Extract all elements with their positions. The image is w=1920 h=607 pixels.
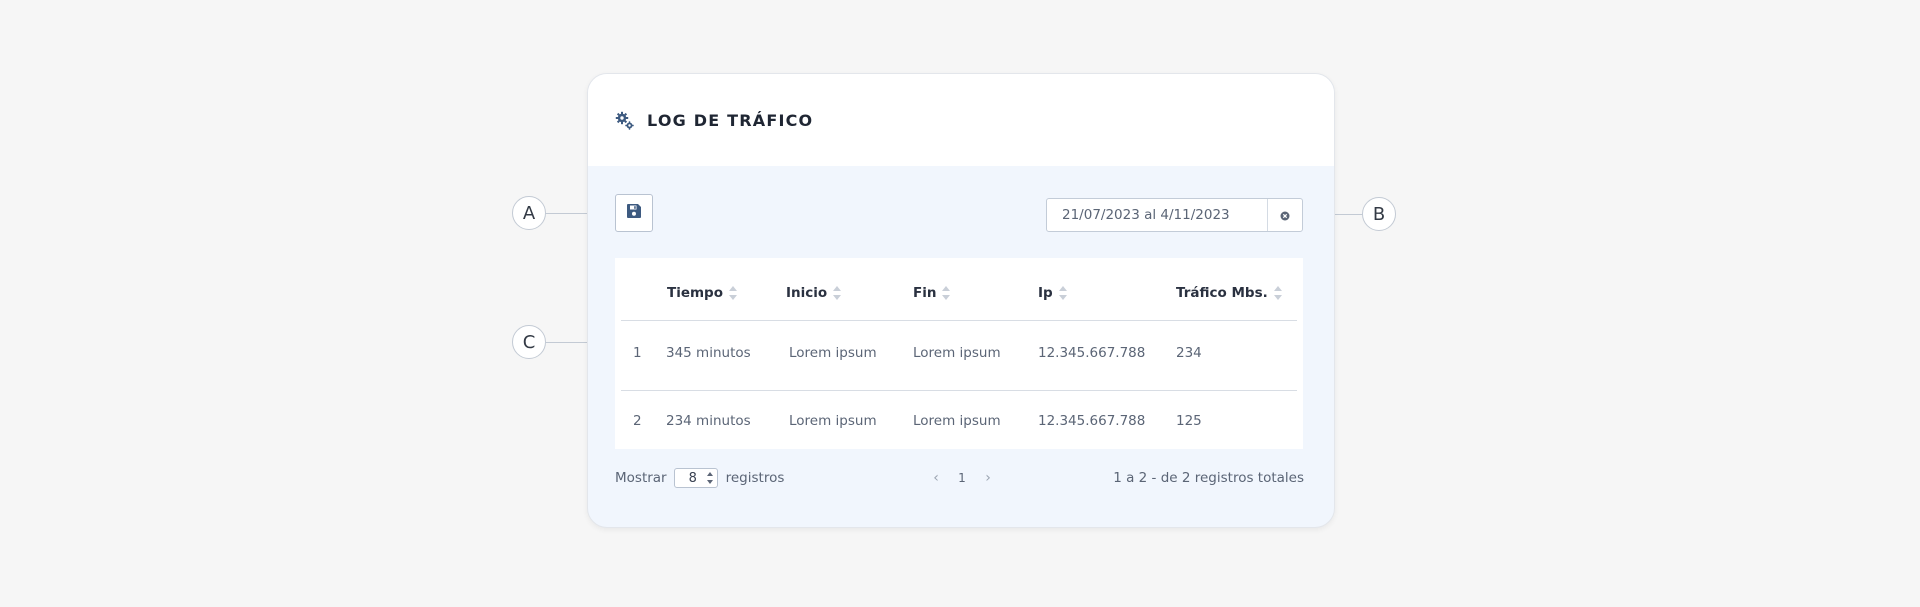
page-number[interactable]: 1 [947, 471, 977, 485]
row-index: 1 [633, 345, 642, 361]
column-header-tiempo[interactable]: Tiempo [667, 284, 737, 302]
date-range-field[interactable]: 21/07/2023 al 4/11/2023 [1046, 198, 1303, 232]
column-header-label: Fin [913, 285, 937, 301]
column-header-trafico[interactable]: Tráfico Mbs. [1176, 284, 1282, 302]
table-row[interactable]: 2 234 minutos Lorem ipsum Lorem ipsum 12… [615, 388, 1303, 455]
traffic-log-card: LOG DE TRÁFICO 21/07/2023 al 4/11/2023 T… [587, 73, 1335, 528]
sort-icon [1273, 285, 1282, 301]
column-header-fin[interactable]: Fin [913, 284, 951, 302]
cell-inicio: Lorem ipsum [789, 413, 877, 429]
card-header: LOG DE TRÁFICO [588, 74, 1334, 166]
select-arrows-icon [706, 472, 713, 484]
traffic-table: Tiempo Inicio Fin Ip Tráfico Mbs. 1 345 … [615, 258, 1303, 449]
cell-inicio: Lorem ipsum [789, 345, 877, 361]
clear-circle-icon [1280, 206, 1290, 225]
column-header-label: Tiempo [667, 285, 723, 301]
row-index: 2 [633, 413, 642, 429]
chevron-right-icon[interactable]: › [977, 470, 999, 486]
records-summary: 1 a 2 - de 2 registros totales [1113, 470, 1304, 486]
cell-tiempo: 234 minutos [666, 413, 751, 429]
callout-b-label: B [1372, 203, 1386, 225]
gears-icon [615, 111, 635, 131]
callout-a: A [512, 196, 546, 230]
sort-icon [942, 285, 951, 301]
page-size-value: 8 [688, 471, 697, 486]
table-row[interactable]: 1 345 minutos Lorem ipsum Lorem ipsum 12… [615, 320, 1303, 387]
floppy-disk-icon [626, 203, 642, 223]
column-header-label: Inicio [786, 285, 828, 301]
cell-trafico: 125 [1176, 413, 1202, 429]
sort-icon [729, 285, 737, 301]
show-label: Mostrar [615, 470, 667, 486]
page-title: LOG DE TRÁFICO [647, 111, 814, 130]
clear-date-button[interactable] [1267, 199, 1302, 231]
chevron-left-icon[interactable]: ‹ [925, 470, 947, 486]
cell-tiempo: 345 minutos [666, 345, 751, 361]
cell-ip: 12.345.667.788 [1038, 413, 1146, 429]
cell-fin: Lorem ipsum [913, 345, 1001, 361]
column-header-label: Ip [1038, 285, 1053, 301]
save-button[interactable] [615, 194, 653, 232]
callout-c: C [512, 325, 546, 359]
cell-fin: Lorem ipsum [913, 413, 1001, 429]
page-size-select[interactable]: 8 [673, 468, 718, 488]
stage: A B C LOG DE TRÁFICO 21/07/2023 al 4/11/… [0, 0, 1920, 607]
column-header-label: Tráfico Mbs. [1176, 285, 1268, 301]
callout-a-label: A [522, 202, 536, 224]
cell-ip: 12.345.667.788 [1038, 345, 1146, 361]
callout-b: B [1362, 197, 1396, 231]
cell-trafico: 234 [1176, 345, 1202, 361]
column-header-inicio[interactable]: Inicio [786, 284, 842, 302]
pagination: ‹ 1 › [925, 467, 999, 489]
date-range-value: 21/07/2023 al 4/11/2023 [1062, 207, 1230, 223]
sort-icon [833, 285, 842, 301]
column-header-ip[interactable]: Ip [1038, 284, 1067, 302]
page-size-control: Mostrar 8 registros [615, 467, 784, 489]
records-label: registros [725, 470, 785, 486]
callout-c-label: C [522, 331, 536, 353]
sort-icon [1058, 285, 1067, 301]
